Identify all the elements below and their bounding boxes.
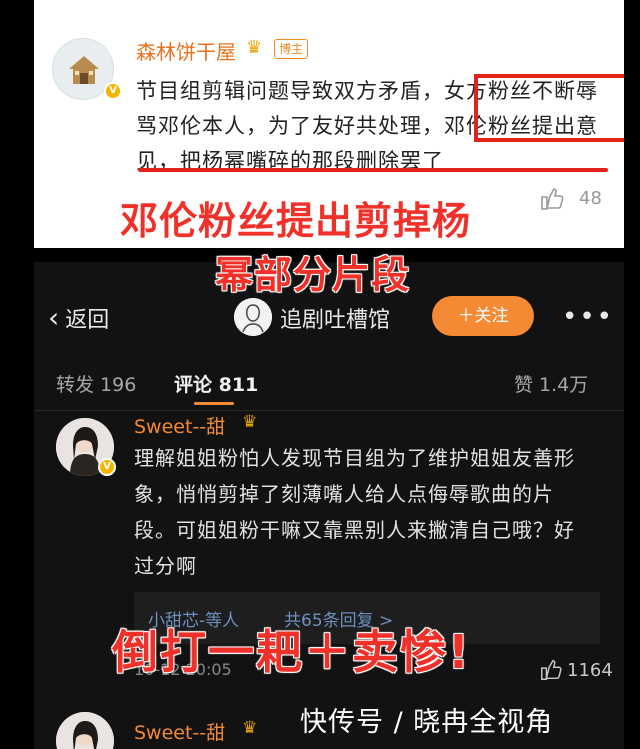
tab-comments[interactable]: 评论 811 — [174, 370, 258, 397]
page-title[interactable]: 追剧吐槽馆 — [280, 302, 390, 334]
thumb-up-icon[interactable] — [539, 658, 563, 682]
overlay-caption: 倒打一耙＋卖惨! — [112, 625, 471, 679]
highlight-box — [474, 74, 624, 142]
verified-icon: V — [104, 82, 122, 100]
back-label: 返回 — [65, 308, 110, 333]
host-badge: 博主 — [274, 39, 308, 59]
comment-text: 理解姐姐粉怕人发现节目组为了维护姐姐友善形象，悄悄剪掉了刻薄嘴人给人点侮辱歌曲的… — [134, 446, 575, 578]
like-count: 48 — [579, 188, 602, 209]
red-underline — [138, 168, 608, 172]
crown-icon: ♛ — [242, 718, 258, 738]
comment-username[interactable]: Sweet--甜 — [134, 718, 225, 745]
more-icon[interactable]: ••• — [562, 302, 614, 332]
follow-button[interactable]: ＋关注 — [432, 296, 534, 336]
thumb-up-icon[interactable] — [539, 186, 565, 212]
overlay-caption: 幂部分片段 — [215, 253, 411, 297]
crown-icon: ♛ — [246, 37, 263, 58]
username[interactable]: 森林饼干屋 — [136, 36, 236, 65]
profile-icon — [234, 298, 272, 336]
avatar[interactable] — [56, 712, 114, 749]
divider — [34, 410, 624, 411]
comment-username[interactable]: Sweet--甜 — [134, 412, 225, 439]
tab-repost[interactable]: 转发 196 — [56, 370, 136, 397]
comment-like-count: 1164 — [567, 660, 613, 681]
back-button[interactable]: ‹ 返回 — [48, 298, 109, 338]
chevron-left-icon: ‹ — [48, 301, 60, 334]
tab-likes[interactable]: 赞 1.4万 — [514, 370, 588, 397]
user-photo-icon — [56, 712, 114, 749]
house-icon — [69, 56, 99, 84]
watermark: 快传号 / 晓冉全视角 — [300, 707, 554, 738]
verified-icon: V — [98, 458, 116, 476]
page-avatar[interactable] — [234, 298, 272, 336]
crown-icon: ♛ — [242, 412, 258, 432]
tab-bar: 转发 196 评论 811 赞 1.4万 — [34, 362, 624, 406]
active-tab-indicator — [194, 402, 234, 405]
overlay-caption: 邓伦粉丝提出剪掉杨 — [120, 199, 472, 243]
